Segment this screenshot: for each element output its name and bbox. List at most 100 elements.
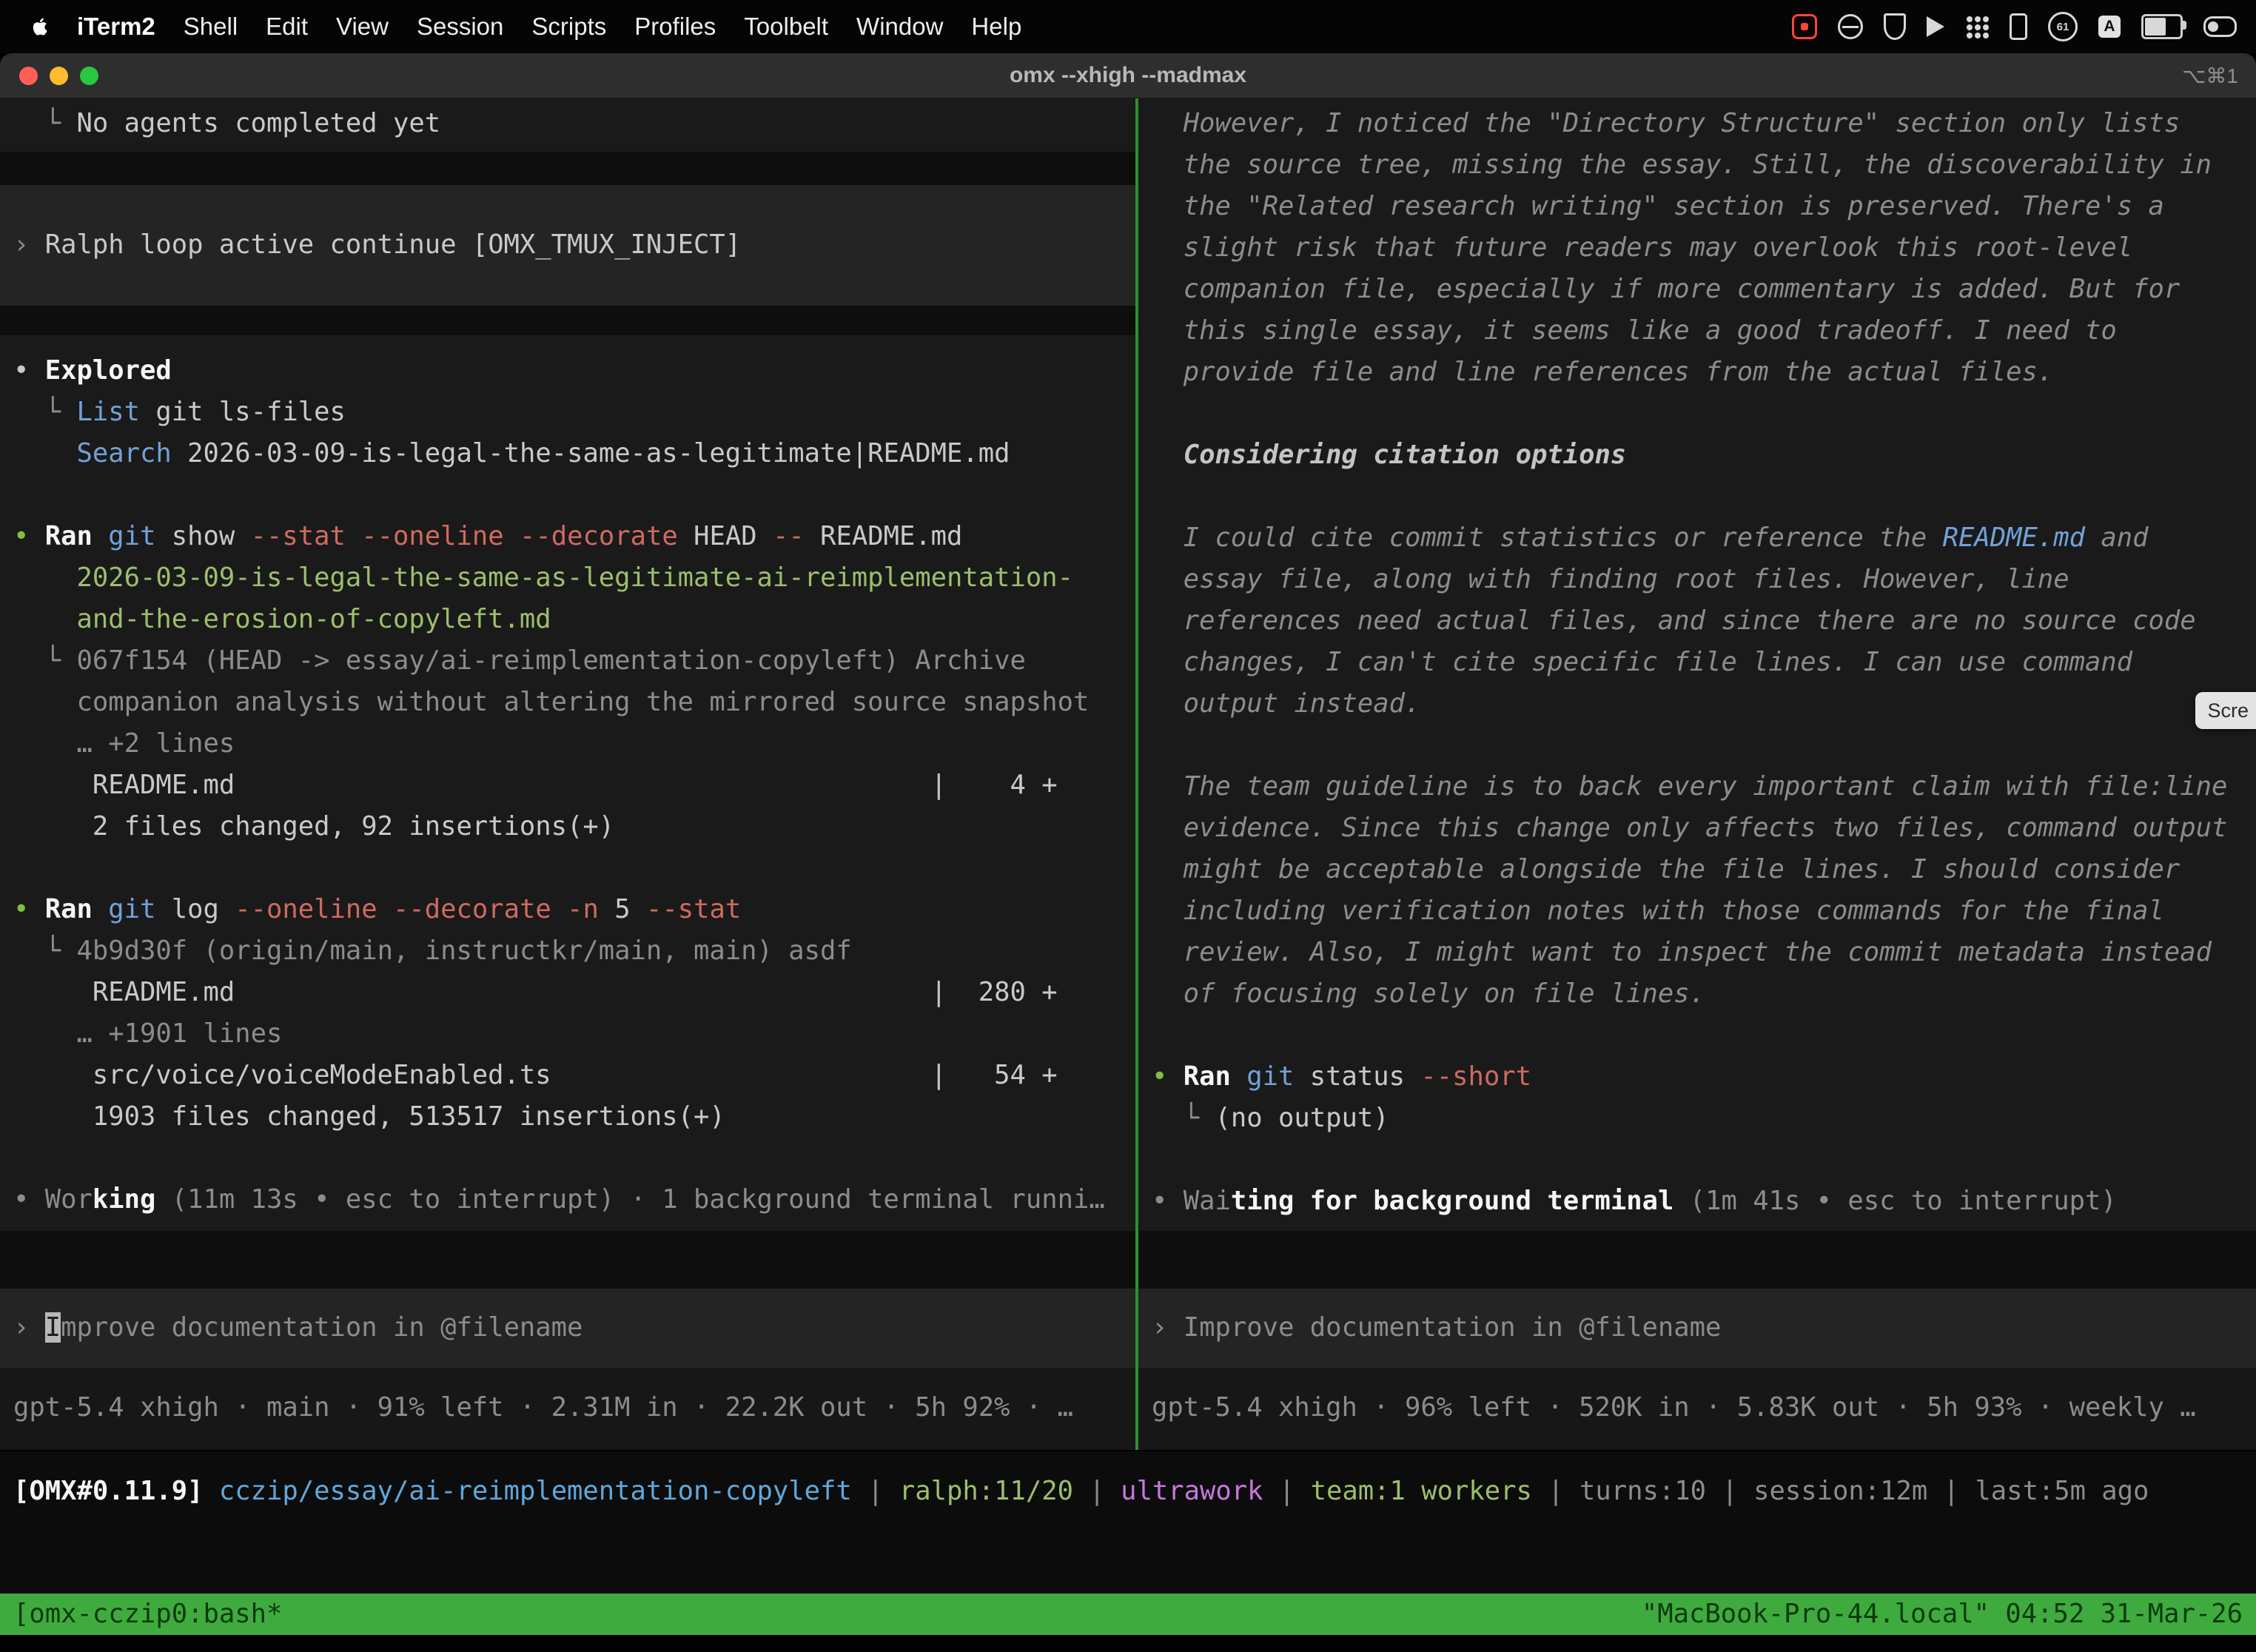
right-prompt-input[interactable]: › Improve documentation in @filename	[1138, 1289, 2256, 1368]
terminal-line: › Ralph loop active continue [OMX_TMUX_I…	[13, 224, 1131, 266]
terminal-text-segment: ›	[1152, 1312, 1184, 1343]
menu-item-view[interactable]: View	[336, 13, 389, 41]
terminal-text-segment: README.md	[805, 521, 963, 551]
menu-item-window[interactable]: Window	[856, 13, 943, 41]
terminal-text-segment: and	[2085, 523, 2149, 553]
terminal-text-segment: companion file, especially if more comme…	[1152, 274, 2180, 304]
menu-item-edit[interactable]: Edit	[266, 13, 308, 41]
terminal-line: • Working (11m 13s • esc to interrupt) ·…	[13, 1179, 1131, 1220]
terminal-line: provide file and line references from th…	[1152, 352, 2252, 393]
left-transcript: • Explored └ List git ls-files Search 20…	[0, 335, 1135, 1231]
battery-percent-icon[interactable]: 61	[2048, 12, 2078, 41]
terminal-text-segment: --stat --oneline --decorate	[251, 521, 678, 551]
terminal-text-segment: --stat	[646, 894, 741, 924]
menu-item-toolbelt[interactable]: Toolbelt	[744, 13, 828, 41]
terminal-text-segment	[1231, 1061, 1246, 1092]
terminal-line: companion file, especially if more comme…	[1152, 269, 2252, 310]
menu-bar: iTerm2 Shell Edit View Session Scripts Profile…	[0, 0, 2256, 53]
terminal-text-segment: README.md	[1943, 523, 2085, 553]
terminal-text-segment: including verification notes with those …	[1152, 896, 2164, 926]
terminal-text-segment: └	[13, 936, 77, 966]
terminal-line: › Improve documentation in @filename	[13, 1307, 1131, 1349]
terminal-text-segment: |	[1927, 1476, 1975, 1506]
terminal-line: • Ran git log --oneline --decorate -n 5 …	[13, 889, 1131, 930]
terminal-text-segment	[551, 894, 567, 924]
terminal-text-segment: git	[108, 521, 155, 551]
zoom-button[interactable]	[80, 67, 98, 85]
left-prompt-input[interactable]: › Improve documentation in @filename	[0, 1289, 1135, 1368]
terminal-line: 2 files changed, 92 insertions(+)	[13, 806, 1131, 847]
terminal-text-segment	[93, 894, 108, 924]
terminal-line: review. Also, I might want to inspect th…	[1152, 932, 2252, 973]
terminal-line: • Ran git status --short	[1152, 1056, 2252, 1098]
minimize-button[interactable]	[50, 67, 68, 85]
terminal-text-segment: references need actual files, and since …	[1152, 605, 2196, 636]
terminal-line	[13, 847, 1131, 889]
terminal-text-segment: |	[1073, 1476, 1121, 1506]
terminal-text-segment: session:12m	[1753, 1476, 1927, 1506]
terminal-line: [OMX#0.11.9] cczip/essay/ai-reimplementa…	[13, 1471, 2252, 1512]
terminal-text-segment: The team guideline is to back every impo…	[1152, 771, 2227, 802]
battery-icon[interactable]	[2141, 14, 2183, 39]
screen-recording-icon[interactable]	[1792, 14, 1817, 39]
terminal-line: references need actual files, and since …	[1152, 600, 2252, 642]
tmux-status-bar: [omx-cczip0:bash* "MacBook-Pro-44.local"…	[0, 1594, 2256, 1635]
globe-icon[interactable]	[1838, 14, 1863, 39]
terminal-text-segment: "MacBook-Pro-44.local" 04:52 31-Mar-26	[1642, 1599, 2243, 1629]
separator	[1138, 1231, 2256, 1289]
terminal-line: … +1901 lines	[13, 1013, 1131, 1055]
terminal-text-segment: ›	[13, 229, 45, 260]
iterm-window: omx --xhigh --madmax ⌥⌘1 └ No agents com…	[0, 53, 2256, 1635]
close-button[interactable]	[19, 67, 38, 85]
input-source-icon[interactable]: A	[2098, 16, 2121, 38]
menu-item-shell[interactable]: Shell	[184, 13, 238, 41]
terminal-text-segment: Considering citation options	[1152, 440, 1626, 470]
terminal-text-segment: might be acceptable alongside the file l…	[1152, 854, 2180, 884]
play-icon[interactable]	[1927, 16, 1944, 37]
terminal-line: └ 067f154 (HEAD -> essay/ai-reimplementa…	[13, 640, 1131, 682]
terminal-text-segment: team:1 workers	[1311, 1476, 1532, 1506]
shield-icon[interactable]	[1884, 13, 1906, 40]
menu-items: iTerm2 Shell Edit View Session Scripts Profile…	[77, 13, 1050, 41]
omx-statusline: [OMX#0.11.9] cczip/essay/ai-reimplementa…	[0, 1471, 2256, 1512]
menu-item-profiles[interactable]: Profiles	[634, 13, 716, 41]
terminal-text-segment: gpt-5.4 xhigh · main · 91% left · 2.31M …	[13, 1392, 1073, 1423]
terminal-text-segment: this single essay, it seems like a good …	[1152, 315, 2117, 346]
terminal-text-segment: [OMX#0.11.9]	[13, 1476, 203, 1506]
left-model-statusline: gpt-5.4 xhigh · main · 91% left · 2.31M …	[0, 1368, 1135, 1450]
right-pane: However, I noticed the "Directory Struct…	[1138, 98, 2256, 1450]
terminal-text-segment: 1903 files changed, 513517 insertions(+)	[13, 1101, 725, 1132]
control-center-icon[interactable]	[2203, 16, 2237, 37]
terminal-text-segment: └	[1152, 1103, 1215, 1133]
dots-grid-icon[interactable]	[1965, 15, 1989, 38]
terminal-line: and-the-erosion-of-copyleft.md	[13, 599, 1131, 640]
terminal-line: slight risk that future readers may over…	[1152, 227, 2252, 269]
screen-share-chip[interactable]: Scre	[2195, 692, 2256, 729]
terminal-line: • Explored	[13, 350, 1131, 392]
terminal-line: • Ran git show --stat --oneline --decora…	[13, 516, 1131, 557]
terminal-text-segment: Ralph loop active continue [OMX_TMUX_INJ…	[45, 229, 741, 260]
menu-item-help[interactable]: Help	[971, 13, 1021, 41]
apple-menu-icon[interactable]	[30, 16, 52, 38]
terminal-text-segment: (no output)	[1215, 1103, 1389, 1133]
terminal-text-segment	[93, 521, 108, 551]
terminal-line: I could cite commit statistics or refere…	[1152, 517, 2252, 559]
menu-item-scripts[interactable]: Scripts	[531, 13, 606, 41]
menu-item-iterm2[interactable]: iTerm2	[77, 13, 155, 41]
phone-icon[interactable]	[2010, 13, 2027, 40]
terminal-text-segment: Ran	[45, 894, 93, 924]
menu-item-session[interactable]: Session	[417, 13, 503, 41]
terminal-text-segment: ralph:11/20	[899, 1476, 1073, 1506]
terminal-text-segment: provide file and line references from th…	[1152, 357, 2053, 387]
terminal-text-segment: of focusing solely on file lines.	[1152, 978, 1705, 1009]
terminal-line	[1152, 1139, 2252, 1181]
terminal-line: 1903 files changed, 513517 insertions(+)	[13, 1096, 1131, 1138]
terminal-text-segment: ›	[13, 1312, 45, 1343]
terminal-text-segment: └	[13, 397, 77, 427]
terminal-text-segment: |	[1532, 1476, 1579, 1506]
terminal-text-segment: |	[852, 1476, 899, 1506]
terminal-text-segment: last:5m ago	[1975, 1476, 2149, 1506]
terminal-line: the source tree, missing the essay. Stil…	[1152, 144, 2252, 186]
terminal-line	[1152, 725, 2252, 766]
terminal-line	[1152, 1015, 2252, 1056]
